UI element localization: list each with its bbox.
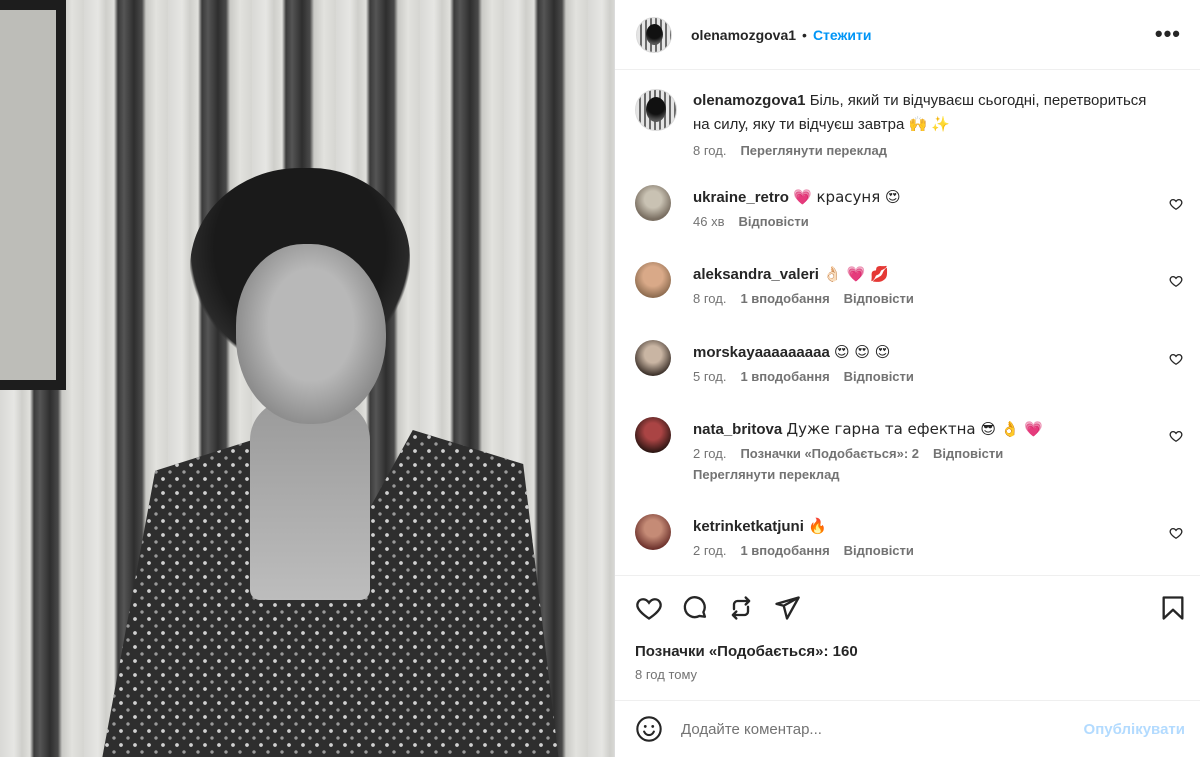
comment-icon[interactable]: [681, 594, 709, 622]
comment-time[interactable]: 8 год.: [693, 291, 726, 306]
comment-time[interactable]: 2 год.: [693, 446, 726, 461]
comment-likes[interactable]: 1 вподобання: [740, 369, 829, 384]
see-translation-link[interactable]: Переглянути переклад: [740, 143, 887, 158]
commenter-avatar[interactable]: [635, 340, 671, 376]
author-username[interactable]: olenamozgova1: [691, 27, 796, 43]
post-actions: Позначки «Подобається»: 160 8 год тому: [615, 575, 1200, 715]
face: [236, 244, 386, 424]
comment-like-heart-icon[interactable]: [1169, 526, 1183, 540]
commenter-avatar[interactable]: [635, 417, 671, 453]
comment-text: Дуже гарна та ефектна 😎 👌 💗: [786, 420, 1043, 438]
see-translation-link[interactable]: Переглянути переклад: [693, 467, 1153, 482]
comment-time[interactable]: 2 год.: [693, 543, 726, 558]
reply-button[interactable]: Відповісти: [933, 446, 1003, 461]
comment-text: 💗 красуня 😍: [793, 188, 901, 206]
commenter-avatar[interactable]: [635, 514, 671, 550]
picture-frame: [0, 0, 66, 390]
commenter-avatar[interactable]: [635, 262, 671, 298]
author-avatar[interactable]: [635, 89, 677, 131]
comment-username[interactable]: ukraine_retro: [693, 189, 789, 206]
comment-username[interactable]: ketrinketkatjuni: [693, 518, 804, 535]
comment-input[interactable]: [681, 720, 1061, 738]
comment-username[interactable]: aleksandra_valeri: [693, 266, 819, 283]
reply-button[interactable]: Відповісти: [844, 291, 914, 306]
reply-button[interactable]: Відповісти: [844, 543, 914, 558]
reply-button[interactable]: Відповісти: [738, 214, 808, 229]
comment-text: 😍 😍 😍: [833, 343, 891, 361]
comment-text: 👌🏻 💗 💋: [823, 265, 889, 283]
likes-count[interactable]: Позначки «Подобається»: 160: [635, 643, 858, 660]
reply-button[interactable]: Відповісти: [844, 369, 914, 384]
comment-likes[interactable]: Позначки «Подобається»: 2: [740, 446, 919, 461]
post-caption: olenamozgova1 Біль, який ти відчуваєш сь…: [635, 89, 1185, 158]
comment-likes[interactable]: 1 вподобання: [740, 543, 829, 558]
post-viewer: olenamozgova1 • Стежити ••• olenamozgova…: [0, 0, 1200, 757]
comment-username[interactable]: nata_britova: [693, 421, 782, 438]
comment-item: aleksandra_valeri 👌🏻 💗 💋 8 год. 1 вподоб…: [635, 262, 1185, 306]
more-options-icon[interactable]: •••: [1155, 23, 1181, 45]
post-header: olenamozgova1 • Стежити •••: [615, 0, 1200, 70]
comment-item: morskayaaaaaaaaa 😍 😍 😍 5 год. 1 вподобан…: [635, 340, 1185, 384]
emoji-icon[interactable]: [635, 715, 663, 743]
post-time[interactable]: 8 год тому: [635, 667, 697, 682]
comment-text: 🔥: [808, 517, 827, 535]
comment-likes[interactable]: 1 вподобання: [740, 291, 829, 306]
caption-time[interactable]: 8 год.: [693, 143, 726, 158]
comment-like-heart-icon[interactable]: [1169, 197, 1183, 211]
share-icon[interactable]: [773, 594, 801, 622]
comment-item: ketrinketkatjuni 🔥 2 год. 1 вподобання В…: [635, 514, 1185, 558]
comment-time[interactable]: 5 год.: [693, 369, 726, 384]
comments-list[interactable]: olenamozgova1 Біль, який ти відчуваєш сь…: [615, 71, 1200, 575]
separator-dot: •: [802, 26, 807, 43]
commenter-avatar[interactable]: [635, 185, 671, 221]
add-comment-bar: Опублікувати: [615, 700, 1200, 757]
author-avatar[interactable]: [636, 16, 672, 53]
heart-icon[interactable]: [635, 594, 663, 622]
comment-time[interactable]: 46 хв: [693, 214, 724, 229]
repost-icon[interactable]: [727, 594, 755, 622]
comment-item: nata_britova Дуже гарна та ефектна 😎 👌 💗…: [635, 417, 1185, 482]
comment-like-heart-icon[interactable]: [1169, 429, 1183, 443]
comment-like-heart-icon[interactable]: [1169, 352, 1183, 366]
comment-username[interactable]: morskayaaaaaaaaa: [693, 344, 830, 361]
bookmark-icon[interactable]: [1159, 594, 1187, 622]
post-side-panel: olenamozgova1 • Стежити ••• olenamozgova…: [614, 0, 1200, 757]
neck: [250, 400, 370, 600]
comment-item: ukraine_retro 💗 красуня 😍 46 хв Відповіс…: [635, 185, 1185, 229]
publish-button[interactable]: Опублікувати: [1084, 721, 1185, 738]
follow-button[interactable]: Стежити: [813, 27, 872, 43]
caption-username[interactable]: olenamozgova1: [693, 92, 806, 109]
comment-like-heart-icon[interactable]: [1169, 274, 1183, 288]
post-photo[interactable]: [0, 0, 614, 757]
